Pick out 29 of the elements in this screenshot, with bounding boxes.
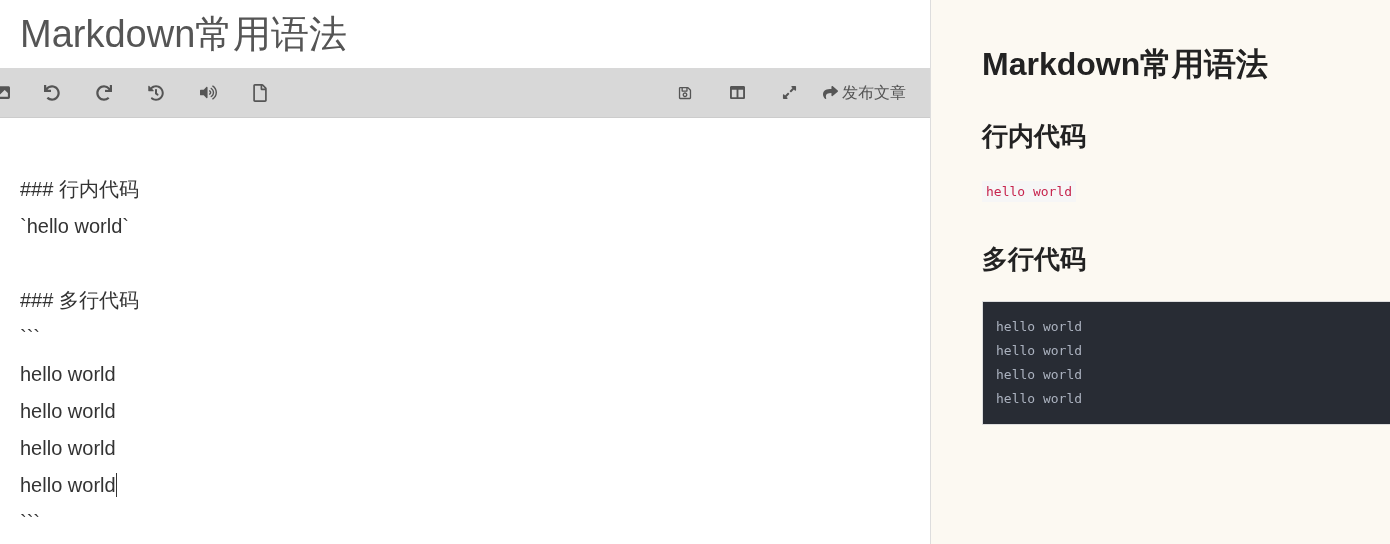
save-icon — [678, 85, 692, 100]
editor-line: hello world — [20, 472, 116, 498]
editor-line: hello world — [20, 398, 116, 424]
editor-line: ### 行内代码 — [20, 176, 139, 202]
code-line: hello world — [996, 390, 1083, 408]
editor-line: `hello world` — [20, 213, 129, 239]
code-line: hello world — [996, 366, 1083, 384]
publish-button[interactable]: 发布文章 — [823, 80, 906, 105]
preview-title: Markdown常用语法 — [982, 45, 1270, 84]
inline-code: hello world — [982, 180, 1077, 202]
redo-icon — [96, 84, 112, 101]
speaker-icon — [199, 84, 217, 101]
document-title: Markdown常用语法 — [20, 15, 348, 53]
undo-icon — [44, 84, 60, 101]
editor-line: ``` — [20, 509, 40, 535]
editor-line: ### 多行代码 — [20, 287, 139, 313]
preview-heading: 行内代码 — [982, 120, 1087, 153]
code-line: hello world — [996, 318, 1083, 336]
history-icon — [148, 84, 164, 101]
preview-heading: 多行代码 — [982, 242, 1087, 275]
editor-area[interactable]: ### 行内代码 `hello world` ### 多行代码 ``` hello world hello world hello world hello world ``` — [0, 118, 930, 540]
share-icon — [823, 85, 838, 100]
editor-line: hello world — [20, 435, 116, 461]
file-icon — [251, 83, 269, 102]
editor-line: ``` — [20, 324, 40, 350]
expand-icon — [781, 85, 797, 100]
editor-line: hello world — [20, 361, 116, 387]
code-line: hello world — [996, 342, 1083, 360]
columns-icon — [729, 85, 745, 100]
